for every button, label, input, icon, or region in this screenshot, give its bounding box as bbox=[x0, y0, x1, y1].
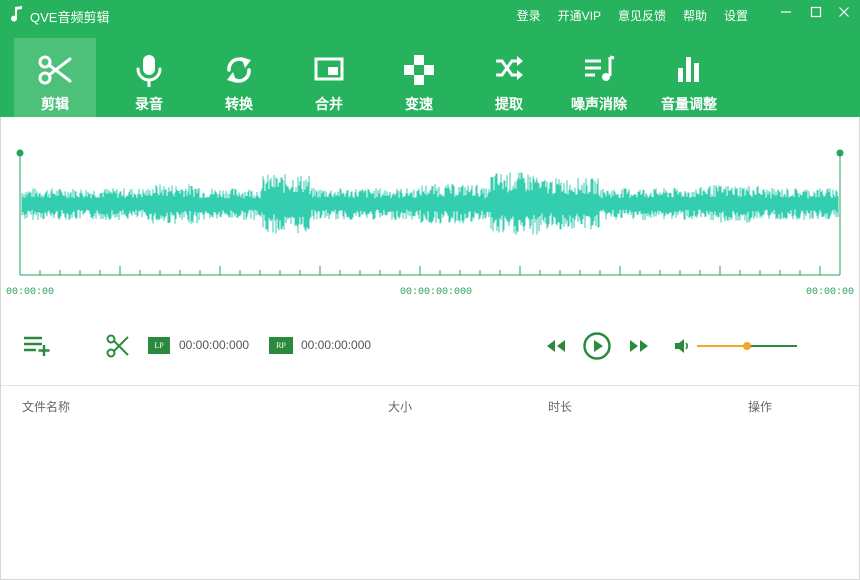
rp-time: 00:00:00:000 bbox=[301, 338, 372, 352]
feedback-link[interactable]: 意见反馈 bbox=[618, 7, 666, 24]
play-button-icon[interactable] bbox=[582, 331, 612, 361]
tab-cut[interactable]: 剪辑 bbox=[14, 38, 96, 117]
top-links: 登录 开通VIP 意见反馈 帮助 设置 bbox=[517, 7, 748, 24]
tab-convert-label: 转换 bbox=[225, 96, 253, 112]
playback-controls: LP 00:00:00:000 RP 00:00:00:000 bbox=[0, 318, 860, 374]
fast-forward-icon[interactable] bbox=[628, 338, 650, 354]
left-marker-handle[interactable] bbox=[16, 149, 24, 157]
rewind-icon[interactable] bbox=[545, 338, 567, 354]
tab-extract[interactable]: 提取 bbox=[464, 38, 554, 117]
tab-merge-label: 合并 bbox=[315, 96, 343, 112]
speaker-icon[interactable] bbox=[673, 338, 691, 354]
speed-icon bbox=[404, 55, 434, 85]
settings-link[interactable]: 设置 bbox=[724, 7, 748, 24]
file-list-body bbox=[0, 420, 860, 580]
tab-noise-label: 噪声消除 bbox=[571, 96, 627, 112]
column-actions: 操作 bbox=[748, 400, 773, 414]
tab-speed[interactable]: 变速 bbox=[374, 38, 464, 117]
add-file-icon[interactable] bbox=[22, 334, 52, 358]
waveform-panel[interactable]: 00:00:00 00:00:00:000 00:00:00 bbox=[0, 117, 860, 302]
help-link[interactable]: 帮助 bbox=[683, 7, 707, 24]
title-bar: QVE音频剪辑 登录 开通VIP 意见反馈 帮助 设置 bbox=[0, 0, 860, 30]
rp-badge[interactable]: RP bbox=[269, 337, 293, 354]
tab-volume-label: 音量调整 bbox=[661, 96, 717, 112]
minimize-button[interactable] bbox=[778, 4, 794, 20]
column-file-name: 文件名称 bbox=[22, 400, 71, 414]
tab-record[interactable]: 录音 bbox=[104, 38, 194, 117]
login-link[interactable]: 登录 bbox=[517, 7, 541, 24]
maximize-button[interactable] bbox=[808, 4, 824, 20]
scissors-icon bbox=[38, 55, 72, 85]
cut-scissors-icon[interactable] bbox=[106, 334, 130, 358]
tab-convert[interactable]: 转换 bbox=[194, 38, 284, 117]
mid-time-label: 00:00:00:000 bbox=[400, 287, 473, 298]
tab-noise[interactable]: 噪声消除 bbox=[554, 38, 644, 117]
shuffle-icon bbox=[496, 56, 523, 80]
microphone-icon bbox=[136, 55, 162, 87]
column-duration: 时长 bbox=[548, 400, 573, 414]
lp-badge[interactable]: LP bbox=[148, 337, 170, 354]
left-border bbox=[0, 117, 1, 580]
file-list-header: 文件名称 大小 时长 操作 bbox=[0, 398, 860, 418]
right-marker-handle[interactable] bbox=[836, 149, 844, 157]
merge-icon bbox=[314, 57, 344, 81]
column-size: 大小 bbox=[388, 400, 413, 414]
tab-speed-label: 变速 bbox=[405, 96, 433, 112]
volume-fill bbox=[697, 345, 747, 347]
waveform-signal bbox=[21, 172, 839, 235]
app-header: QVE音频剪辑 登录 开通VIP 意见反馈 帮助 设置 剪辑 录音 转换 合并 … bbox=[0, 0, 860, 117]
volume-remaining bbox=[747, 345, 797, 347]
end-time-label: 00:00:00 bbox=[806, 287, 855, 298]
app-title: QVE音频剪辑 bbox=[30, 10, 110, 25]
volume-knob[interactable] bbox=[743, 342, 751, 350]
tab-extract-label: 提取 bbox=[495, 96, 523, 112]
convert-icon bbox=[227, 57, 251, 83]
close-button[interactable] bbox=[836, 4, 852, 20]
waveform[interactable] bbox=[0, 117, 860, 285]
noise-icon bbox=[585, 55, 615, 81]
lp-time: 00:00:00:000 bbox=[179, 338, 250, 352]
tab-merge[interactable]: 合并 bbox=[284, 38, 374, 117]
tab-cut-label: 剪辑 bbox=[41, 96, 69, 112]
vip-link[interactable]: 开通VIP bbox=[558, 7, 601, 24]
list-divider bbox=[0, 385, 860, 386]
tab-record-label: 录音 bbox=[135, 96, 163, 112]
start-time-label: 00:00:00 bbox=[6, 287, 55, 298]
main-toolbar: 剪辑 录音 转换 合并 变速 提取 噪声消除 音量调整 bbox=[14, 38, 734, 117]
volume-slider[interactable] bbox=[697, 342, 797, 350]
tab-volume[interactable]: 音量调整 bbox=[644, 38, 734, 117]
volume-bars-icon bbox=[678, 57, 699, 82]
music-note-icon bbox=[11, 6, 22, 22]
